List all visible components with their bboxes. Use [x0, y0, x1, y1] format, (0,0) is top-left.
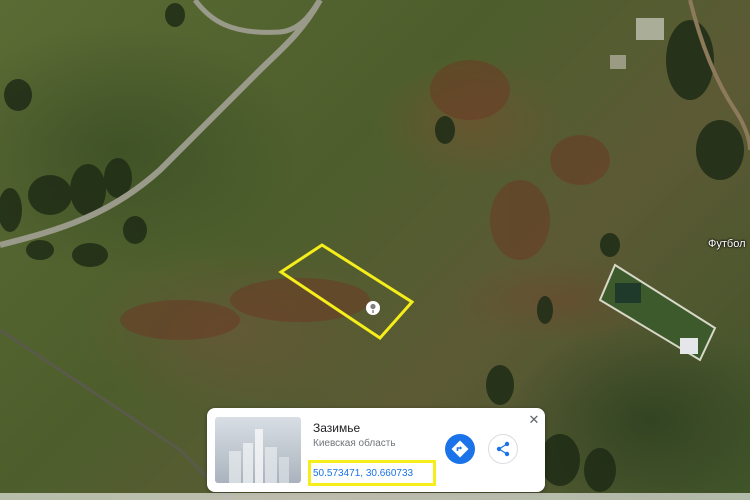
- place-region: Киевская область: [313, 438, 396, 449]
- close-icon: ✕: [528, 412, 540, 427]
- attribution-bar: [0, 493, 750, 500]
- railway: [0, 328, 232, 500]
- building: [610, 55, 626, 69]
- close-button[interactable]: ✕: [527, 413, 541, 427]
- shrub-areas: [120, 60, 610, 340]
- place-label[interactable]: Футбол: [708, 238, 746, 250]
- building: [636, 18, 664, 40]
- location-pin-icon[interactable]: [366, 301, 380, 315]
- building: [680, 338, 698, 354]
- directions-icon: [451, 440, 469, 458]
- share-button[interactable]: [488, 434, 518, 464]
- building-icon: [229, 429, 289, 483]
- place-title: Зазимье: [313, 421, 361, 435]
- coordinates-highlight: [308, 460, 436, 486]
- water-tank: [615, 283, 641, 303]
- share-icon: [496, 441, 510, 457]
- directions-button[interactable]: [445, 434, 475, 464]
- place-thumbnail[interactable]: [215, 417, 301, 483]
